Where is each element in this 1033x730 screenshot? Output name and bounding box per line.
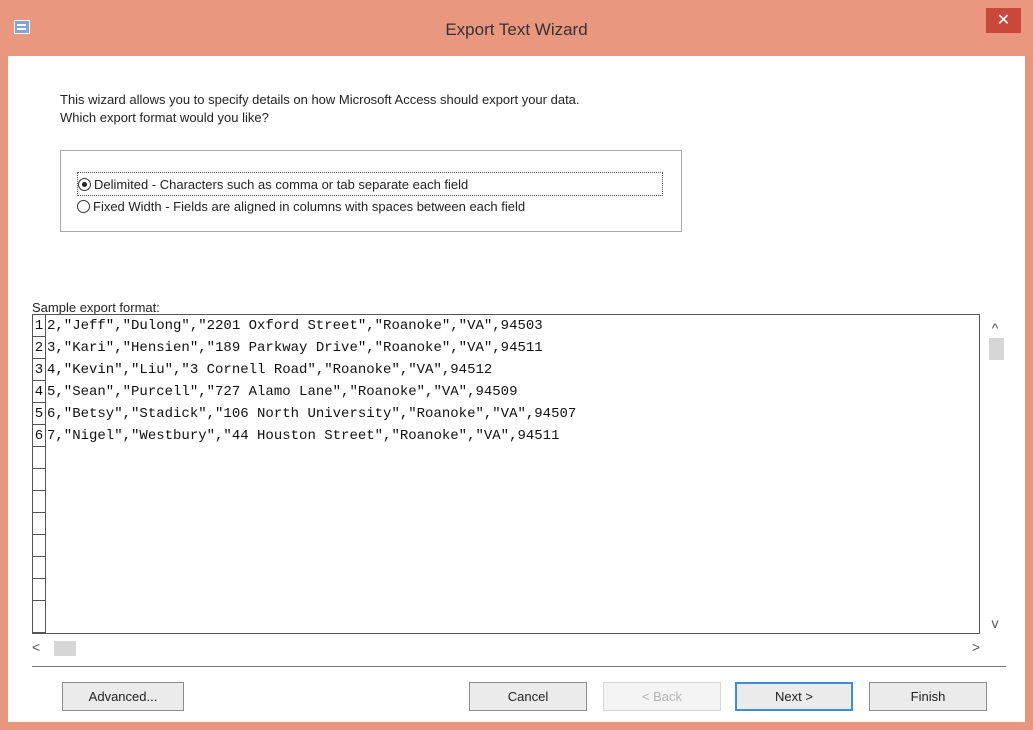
line-number: 2 [33, 337, 46, 359]
delimited-radio[interactable] [78, 177, 91, 191]
scroll-up-icon[interactable]: ^ [984, 320, 1006, 336]
empty-line-number [33, 447, 46, 469]
sample-row: 6,"Betsy","Stadick","106 North Universit… [47, 406, 577, 422]
intro-line-1: This wizard allows you to specify detail… [60, 92, 580, 107]
empty-line-number [33, 557, 46, 579]
vertical-scrollbar[interactable]: ^ v [984, 314, 1006, 634]
export-text-wizard-window: Export Text Wizard ✕ This wizard allows … [0, 0, 1033, 730]
sample-row: 4,"Kevin","Liu","3 Cornell Road","Roanok… [47, 362, 493, 378]
empty-line-number [33, 601, 46, 633]
scroll-right-icon[interactable]: > [972, 639, 980, 655]
empty-line-number [33, 513, 46, 535]
line-number: 3 [33, 359, 46, 381]
wizard-client-area: This wizard allows you to specify detail… [8, 56, 1025, 722]
sample-row: 7,"Nigel","Westbury","44 Houston Street"… [47, 428, 560, 444]
advanced-button[interactable]: Advanced... [62, 682, 184, 711]
sample-row: 5,"Sean","Purcell","727 Alamo Lane","Roa… [47, 384, 518, 400]
sample-export-preview[interactable]: 1 2,"Jeff","Dulong","2201 Oxford Street"… [32, 314, 980, 634]
delimited-label: Delimited - Characters such as comma or … [94, 176, 469, 192]
horizontal-scroll-thumb[interactable] [54, 641, 76, 656]
sample-row: 2,"Jeff","Dulong","2201 Oxford Street","… [47, 318, 543, 334]
delimited-option[interactable]: Delimited - Characters such as comma or … [77, 172, 663, 196]
close-icon[interactable]: ✕ [986, 8, 1021, 33]
line-number: 6 [33, 425, 46, 447]
horizontal-scrollbar[interactable]: < > [32, 639, 980, 658]
scroll-down-icon[interactable]: v [984, 615, 1006, 631]
back-button[interactable]: < Back [603, 682, 721, 711]
next-button[interactable]: Next > [735, 682, 853, 711]
vertical-scroll-thumb[interactable] [989, 338, 1004, 360]
window-title: Export Text Wizard [445, 20, 588, 39]
empty-line-number [33, 535, 46, 557]
line-number: 1 [33, 315, 46, 337]
empty-line-number [33, 469, 46, 491]
finish-button[interactable]: Finish [869, 682, 987, 711]
button-separator [32, 666, 1006, 667]
fixed-width-radio[interactable] [77, 200, 90, 213]
empty-line-number [33, 491, 46, 513]
sample-export-label: Sample export format: [32, 300, 160, 315]
line-number: 5 [33, 403, 46, 425]
empty-line-number [33, 579, 46, 601]
export-format-group: Delimited - Characters such as comma or … [60, 150, 682, 232]
sample-row: 3,"Kari","Hensien","189 Parkway Drive","… [47, 340, 543, 356]
line-number: 4 [33, 381, 46, 403]
fixed-width-option[interactable]: Fixed Width - Fields are aligned in colu… [77, 199, 525, 214]
intro-text: This wizard allows you to specify detail… [60, 91, 580, 127]
cancel-button[interactable]: Cancel [469, 682, 587, 711]
title-bar[interactable]: Export Text Wizard ✕ [0, 0, 1033, 56]
scroll-left-icon[interactable]: < [32, 639, 40, 655]
intro-line-2: Which export format would you like? [60, 110, 269, 125]
fixed-width-label: Fixed Width - Fields are aligned in colu… [93, 199, 526, 214]
